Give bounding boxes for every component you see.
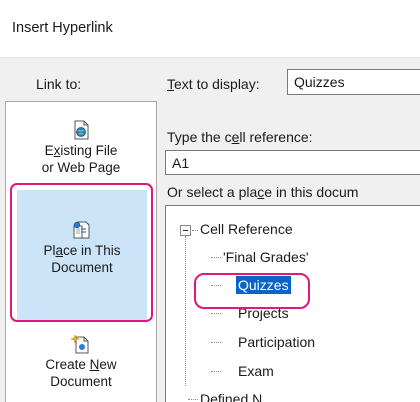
tree-collapse-toggle[interactable] bbox=[180, 225, 191, 236]
dialog-titlebar: Insert Hyperlink bbox=[0, 0, 420, 58]
text-to-display-label: Text to display: bbox=[167, 76, 260, 92]
link-to-panel: Existing File or Web Page Place in This … bbox=[5, 101, 157, 402]
tree-item-quizzes[interactable]: Quizzes bbox=[236, 276, 291, 294]
cell-reference-label: Type the cell reference: bbox=[167, 129, 313, 145]
tree-root-defined-names[interactable]: Defined N bbox=[200, 390, 262, 402]
cell-reference-input[interactable] bbox=[165, 150, 420, 175]
place-select-label: Or select a place in this docum bbox=[167, 184, 359, 200]
tree-item-projects[interactable]: Projects bbox=[238, 304, 289, 322]
tree-root-cell-reference[interactable]: Cell Reference bbox=[200, 220, 293, 238]
dialog-title: Insert Hyperlink bbox=[12, 20, 113, 36]
nav-create-new-document[interactable]: Create New Document bbox=[6, 334, 156, 390]
document-place-icon bbox=[73, 221, 90, 239]
new-document-icon bbox=[71, 334, 89, 354]
place-tree[interactable]: Cell Reference 'Final Grades' Quizzes Pr… bbox=[165, 205, 420, 402]
tree-item-participation[interactable]: Participation bbox=[238, 333, 315, 351]
tree-item-final-grades[interactable]: 'Final Grades' bbox=[223, 248, 309, 266]
tree-item-exam[interactable]: Exam bbox=[238, 362, 274, 380]
nav-existing-file[interactable]: Existing File or Web Page bbox=[6, 120, 156, 176]
text-to-display-input[interactable] bbox=[287, 69, 420, 95]
link-to-label: Link to: bbox=[36, 76, 82, 92]
nav-place-in-document[interactable]: Place in This Document bbox=[17, 190, 147, 322]
file-globe-icon bbox=[74, 120, 89, 140]
